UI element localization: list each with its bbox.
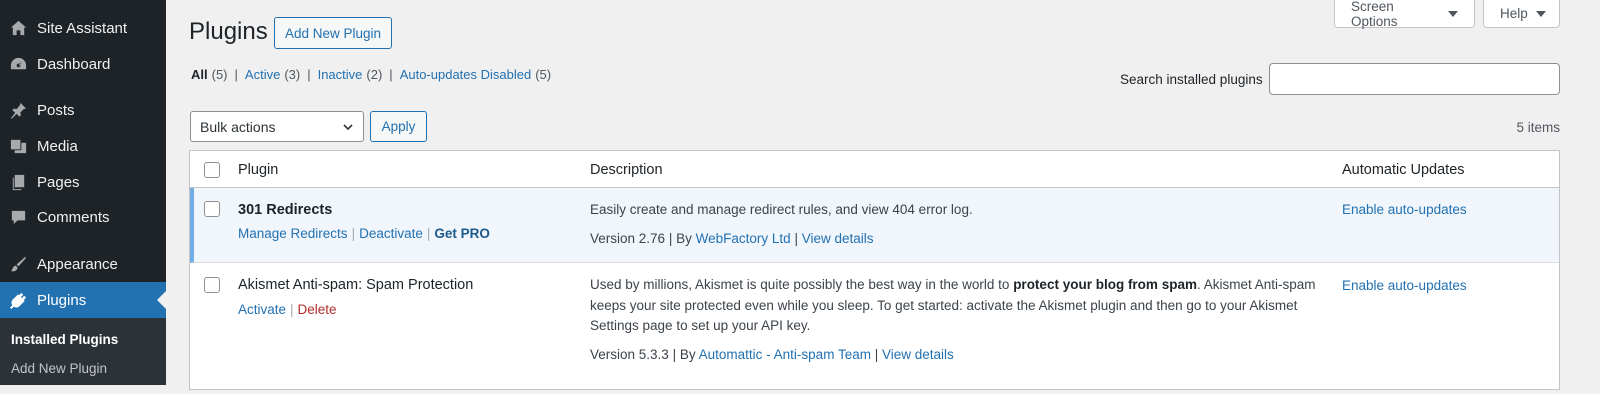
column-header-description: Description (590, 162, 663, 178)
caret-down-icon (1535, 10, 1546, 17)
sidebar-item-label: Plugins (37, 291, 87, 309)
sidebar-item-label: Pages (37, 173, 80, 191)
plugin-icon (8, 290, 28, 310)
separator: | (672, 347, 677, 362)
separator: | (426, 226, 431, 241)
sidebar-item-label: Comments (37, 208, 110, 226)
delete-link[interactable]: Delete (298, 302, 337, 317)
house-icon (8, 18, 28, 38)
filter-auto-updates-disabled[interactable]: Auto-updates Disabled (400, 67, 532, 82)
search-input[interactable] (1269, 63, 1560, 95)
sidebar-item-label: Appearance (37, 255, 118, 273)
items-count: 5 items (1516, 120, 1560, 135)
row-checkbox[interactable] (204, 277, 220, 293)
manage-redirects-link[interactable]: Manage Redirects (238, 226, 348, 241)
sidebar-item-media[interactable]: Media (0, 128, 166, 164)
row-checkbox[interactable] (204, 201, 220, 217)
media-icon (8, 136, 28, 156)
view-details-link[interactable]: View details (882, 347, 954, 362)
submenu-add-new-plugin[interactable]: Add New Plugin (11, 361, 107, 376)
admin-sidebar: Site Assistant Dashboard Posts Media Pag… (0, 0, 166, 385)
separator: | (668, 231, 673, 246)
author-link[interactable]: WebFactory Ltd (696, 231, 791, 246)
table-header: Plugin Description Automatic Updates (190, 151, 1559, 188)
status-filter-links: All (5) | Active (3) | Inactive (2) | Au… (191, 67, 551, 82)
filter-inactive[interactable]: Inactive (318, 67, 363, 82)
table-row: Akismet Anti-spam: Spam Protection Activ… (190, 264, 1559, 394)
sidebar-item-plugins[interactable]: Plugins (0, 282, 166, 318)
brush-icon (8, 254, 28, 274)
column-header-plugin[interactable]: Plugin (238, 162, 278, 178)
separator: | (351, 226, 356, 241)
row-actions: Activate | Delete (238, 302, 337, 317)
plugin-meta: Version 5.3.3 | By Automattic - Anti-spa… (590, 347, 954, 362)
table-row: 301 Redirects Manage Redirects | Deactivat… (190, 188, 1559, 263)
caret-down-icon (1448, 10, 1458, 17)
sidebar-item-label: Media (37, 137, 78, 155)
author-link[interactable]: Automattic - Anti-spam Team (699, 347, 871, 362)
enable-auto-updates-link[interactable]: Enable auto-updates (1342, 278, 1467, 293)
sidebar-item-label: Posts (37, 101, 75, 119)
bulk-actions-select[interactable]: Bulk actions (190, 111, 364, 142)
filter-count: (3) (284, 67, 301, 82)
separator: | (307, 67, 311, 82)
separator: | (389, 67, 393, 82)
filter-count: (2) (366, 67, 383, 82)
bulk-actions-value: Bulk actions (200, 118, 276, 135)
get-pro-link[interactable]: Get PRO (434, 226, 490, 241)
filter-count: (5) (535, 67, 552, 82)
sidebar-item-site-assistant[interactable]: Site Assistant (0, 10, 166, 46)
help-label: Help (1500, 6, 1528, 21)
search-label: Search installed plugins (1120, 72, 1263, 87)
deactivate-link[interactable]: Deactivate (359, 226, 423, 241)
pages-icon (8, 172, 28, 192)
filter-all[interactable]: All (191, 67, 208, 82)
plugin-version: Version 2.76 (590, 231, 666, 246)
sidebar-item-comments[interactable]: Comments (0, 199, 166, 235)
separator: | (234, 67, 238, 82)
sidebar-item-posts[interactable]: Posts (0, 92, 166, 128)
row-actions: Manage Redirects | Deactivate | Get PRO (238, 226, 490, 241)
separator: | (290, 302, 294, 317)
filter-active[interactable]: Active (245, 67, 280, 82)
sidebar-item-label: Dashboard (37, 55, 111, 73)
description-text: Used by millions, Akismet is quite possi… (590, 277, 1014, 292)
plugins-table: Plugin Description Automatic Updates 301… (189, 150, 1560, 390)
plugin-version: Version 5.3.3 (590, 347, 669, 362)
sidebar-item-dashboard[interactable]: Dashboard (0, 46, 166, 82)
view-details-link[interactable]: View details (802, 231, 874, 246)
activate-link[interactable]: Activate (238, 302, 286, 317)
chevron-down-icon (343, 124, 353, 131)
separator: | (874, 347, 879, 362)
select-all-checkbox[interactable] (204, 162, 220, 178)
plugins-submenu: Installed Plugins Add New Plugin (0, 318, 166, 385)
description-emphasis: protect your blog from spam (1013, 277, 1197, 292)
sidebar-item-appearance[interactable]: Appearance (0, 246, 166, 282)
screen-options-button[interactable]: Screen Options (1334, 0, 1475, 29)
active-arrow (157, 291, 166, 309)
add-new-plugin-button[interactable]: Add New Plugin (274, 17, 393, 49)
plugin-meta: Version 2.76 | By WebFactory Ltd | View … (590, 231, 874, 246)
apply-button[interactable]: Apply (370, 111, 427, 142)
comment-icon (8, 207, 28, 227)
plugin-description: Used by millions, Akismet is quite possi… (590, 275, 1325, 337)
separator: | (794, 231, 798, 246)
submenu-installed-plugins[interactable]: Installed Plugins (11, 332, 118, 347)
sidebar-item-pages[interactable]: Pages (0, 164, 166, 200)
page-title: Plugins (189, 18, 268, 45)
plugin-name: Akismet Anti-spam: Spam Protection (238, 277, 474, 293)
by-label: By (676, 231, 692, 246)
help-button[interactable]: Help (1483, 0, 1560, 28)
sidebar-item-label: Site Assistant (37, 19, 128, 37)
dashboard-icon (8, 54, 28, 74)
plugin-description: Easily create and manage redirect rules,… (590, 202, 973, 217)
screen-options-label: Screen Options (1351, 0, 1398, 29)
filter-count: (5) (211, 67, 228, 82)
by-label: By (679, 347, 696, 362)
enable-auto-updates-link[interactable]: Enable auto-updates (1342, 202, 1467, 217)
pushpin-icon (8, 100, 28, 120)
column-header-automatic-updates: Automatic Updates (1342, 162, 1465, 178)
plugin-name: 301 Redirects (238, 202, 333, 218)
